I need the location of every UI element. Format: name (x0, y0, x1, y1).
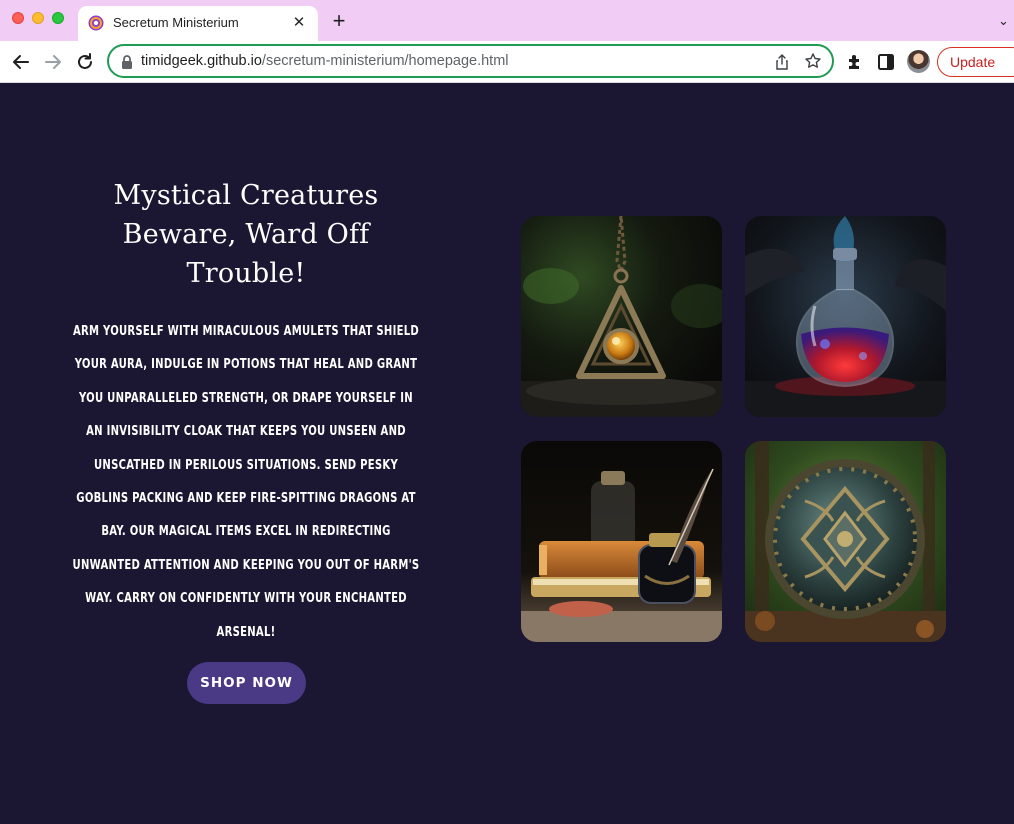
reload-icon[interactable] (72, 49, 98, 75)
page-content: Mystical Creatures Beware, Ward Off Trou… (0, 84, 1014, 824)
tab-search-chevron-icon[interactable]: ⌄ (998, 10, 1012, 32)
gallery-image-shield[interactable] (745, 441, 946, 642)
url-path: /secretum-ministerium/homepage.html (261, 53, 509, 69)
bookmark-star-icon[interactable] (804, 52, 822, 70)
gallery-image-amulet[interactable] (521, 216, 722, 417)
url-domain: timidgeek.github.io (141, 53, 262, 69)
new-tab-button[interactable]: + (328, 10, 350, 32)
shop-now-button[interactable]: SHOP NOW (187, 662, 306, 704)
minimize-window-button[interactable] (32, 12, 44, 24)
maximize-window-button[interactable] (52, 12, 64, 24)
side-panel-icon[interactable] (877, 53, 895, 71)
more-menu-icon[interactable]: ⋮ (1009, 48, 1014, 76)
potion-image (745, 216, 946, 417)
gallery-image-ink-quill[interactable] (521, 441, 722, 642)
address-bar[interactable]: timidgeek.github.io/secretum-ministerium… (107, 44, 834, 78)
ink-quill-image (521, 441, 722, 642)
extensions-puzzle-icon[interactable] (845, 52, 865, 72)
back-arrow-icon[interactable] (8, 49, 34, 75)
update-button-label: Update (950, 54, 996, 70)
hero-headline: Mystical Creatures Beware, Ward Off Trou… (113, 180, 379, 289)
browser-tab[interactable]: Secretum Ministerium ✕ (78, 6, 318, 41)
gallery-image-potion[interactable] (745, 216, 946, 417)
close-window-button[interactable] (12, 12, 24, 24)
update-button[interactable]: Update ⋮ (937, 47, 1014, 77)
profile-avatar[interactable] (907, 50, 930, 73)
lock-icon[interactable] (120, 54, 134, 70)
forward-arrow-icon[interactable] (40, 49, 66, 75)
share-icon[interactable] (774, 54, 790, 70)
browser-tab-bar: Secretum Ministerium ✕ + ⌄ (0, 0, 1014, 41)
tab-title: Secretum Ministerium (113, 15, 239, 30)
close-tab-icon[interactable]: ✕ (290, 14, 308, 32)
browser-toolbar: timidgeek.github.io/secretum-ministerium… (0, 41, 1014, 83)
shield-image (745, 441, 946, 642)
hero-description: Arm yourself with miraculous amulets tha… (72, 324, 420, 640)
url-text[interactable]: timidgeek.github.io/secretum-ministerium… (141, 53, 509, 69)
amulet-image (521, 216, 722, 417)
hero-text-block: Mystical Creatures Beware, Ward Off Trou… (70, 176, 422, 649)
site-favicon-icon (88, 15, 104, 31)
